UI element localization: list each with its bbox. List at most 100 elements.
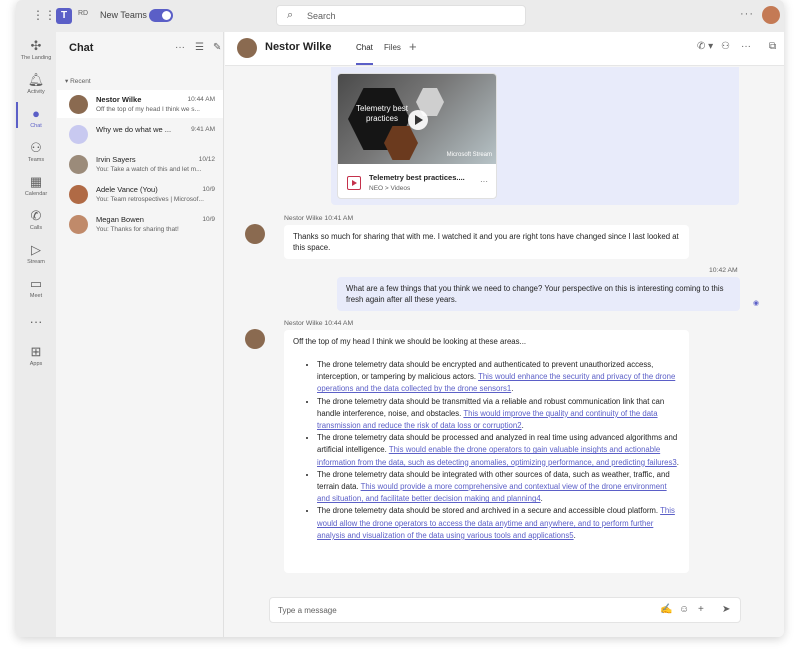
list-item: The drone telemetry data should be trans… — [317, 396, 680, 433]
teams-window: ⋮⋮⋮ T RD New Teams ⌕ Search ··· ✣ The La… — [16, 0, 784, 637]
chat-list-item[interactable]: Why we do what we ... 9:41 AM — [57, 120, 223, 148]
bullet-end: . — [511, 384, 514, 394]
bullet-end: . — [540, 494, 543, 504]
compose-placeholder: Type a message — [278, 606, 337, 615]
avatar — [69, 155, 88, 174]
incoming-message-bubble: Off the top of my head I think we should… — [284, 330, 689, 573]
avatar[interactable] — [245, 329, 265, 349]
rail-label: The Landing — [20, 55, 52, 61]
app-rail: ✣ The Landing 🔔︎ Activity ● Chat ⚇ Teams… — [16, 32, 56, 637]
rail-item-stream[interactable]: ▷ Stream — [16, 242, 56, 265]
add-apps-icon: ⊞ — [30, 344, 42, 359]
more-options-icon[interactable]: ··· — [175, 42, 185, 53]
bullet-end: . — [521, 421, 524, 431]
bullet-list: The drone telemetry data should be encry… — [293, 359, 680, 542]
rail-item-calendar[interactable]: ▦ Calendar — [16, 174, 56, 197]
recent-section-header[interactable]: ▾ Recent — [65, 77, 91, 85]
more-options-icon[interactable]: ··· — [741, 41, 751, 52]
rail-label: Stream — [27, 259, 45, 265]
tab-chat[interactable]: Chat — [356, 43, 373, 52]
phone-icon: ✆ — [30, 208, 42, 223]
rail-item-apps[interactable]: ⊞ Apps — [16, 344, 56, 367]
title-bar: ⋮⋮⋮ T RD New Teams ⌕ Search ··· — [16, 0, 784, 32]
drone-icon: ✣ — [30, 38, 42, 53]
chat-time: 10/9 — [202, 216, 215, 223]
search-icon: ⌕ — [287, 9, 294, 21]
add-tab-icon[interactable]: + — [409, 39, 417, 54]
chat-preview: You: Thanks for sharing that! — [96, 226, 179, 233]
more-options-icon[interactable]: ··· — [480, 177, 488, 186]
message-text: Off the top of my head I think we should… — [293, 337, 527, 346]
chat-icon: ● — [32, 106, 40, 121]
citation-link[interactable]: This would provide a more comprehensive … — [317, 482, 667, 503]
incoming-message-bubble: Thanks so much for sharing that with me.… — [284, 225, 689, 259]
recent-label: Recent — [70, 78, 91, 85]
seen-icon: ◉ — [753, 300, 760, 307]
list-item: The drone telemetry data should be proce… — [317, 432, 680, 469]
people-icon[interactable]: ⚇ — [721, 41, 730, 52]
popout-icon[interactable]: ⧉ — [769, 41, 776, 52]
video-card[interactable]: Telemetry best practices Microsoft Strea… — [337, 73, 497, 199]
chat-time: 9:41 AM — [191, 126, 215, 133]
chat-preview: You: Take a watch of this and let m... — [96, 166, 202, 173]
rail-item-calls[interactable]: ✆ Calls — [16, 208, 56, 231]
bullet-end: . — [573, 530, 576, 540]
conversation-title: Nestor Wilke — [265, 41, 332, 53]
new-chat-icon[interactable]: ✎ — [213, 42, 221, 53]
filter-icon[interactable]: ☰ — [195, 42, 204, 53]
new-teams-toggle[interactable] — [149, 9, 173, 22]
rail-item-activity[interactable]: 🔔︎ Activity — [16, 72, 56, 95]
chat-list-item[interactable]: Megan Bowen 10/9 You: Thanks for sharing… — [57, 210, 223, 238]
rail-item-meet[interactable]: ▭ Meet — [16, 276, 56, 299]
chat-list-item[interactable]: Adele Vance (You) 10/9 You: Team retrosp… — [57, 180, 223, 208]
rail-label: Calendar — [24, 191, 48, 197]
send-icon[interactable]: ➤ — [722, 604, 730, 615]
compose-box[interactable]: Type a message ✍ ☺ + ➤ — [269, 597, 741, 623]
app-launcher-icon[interactable]: ⋮⋮⋮ — [32, 9, 68, 21]
message-text: Thanks so much for sharing that with me.… — [293, 232, 679, 252]
chat-time: 10/9 — [202, 186, 215, 193]
teams-icon: ⚇ — [30, 140, 42, 155]
new-teams-label: New Teams — [100, 10, 147, 20]
rail-label: Meet — [29, 293, 43, 299]
rail-label: Activity — [27, 89, 45, 95]
chat-list-item[interactable]: Nestor Wilke 10:44 AM Off the top of my … — [57, 90, 223, 118]
avatar[interactable] — [237, 38, 257, 58]
chat-name: Adele Vance (You) — [96, 185, 158, 194]
user-avatar[interactable] — [762, 6, 780, 24]
tab-files[interactable]: Files — [384, 43, 401, 52]
video-thumbnail: Telemetry best practices Microsoft Strea… — [338, 74, 496, 164]
rail-item-teams[interactable]: ⚇ Teams — [16, 140, 56, 163]
rail-item-chat[interactable]: ● Chat — [16, 106, 56, 129]
chat-name: Why we do what we ... — [96, 125, 172, 134]
rail-more-apps[interactable]: ··· — [16, 314, 56, 330]
attach-plus-icon[interactable]: + — [698, 604, 704, 615]
message-text: What are a few things that you think we … — [346, 284, 724, 304]
more-options-icon[interactable]: ··· — [740, 8, 754, 20]
chat-preview: You: Team retrospectives | Microsof... — [96, 196, 204, 203]
org-badge: RD — [78, 10, 89, 17]
list-item: The drone telemetry data should be encry… — [317, 359, 680, 396]
video-file-location: NEO > Videos — [369, 185, 411, 192]
bullet-end: . — [676, 457, 679, 467]
video-file-name: Telemetry best practices.... — [369, 173, 465, 182]
video-thumb-title: Telemetry best practices — [355, 104, 409, 123]
rail-item-the-landing[interactable]: ✣ The Landing — [16, 38, 56, 61]
search-input[interactable]: ⌕ Search — [276, 5, 526, 26]
list-item: The drone telemetry data should be integ… — [317, 469, 680, 506]
message-list: Telemetry best practices Microsoft Strea… — [225, 67, 784, 592]
avatar — [69, 185, 88, 204]
chat-list-item[interactable]: Irvin Sayers 10/12 You: Take a watch of … — [57, 150, 223, 178]
play-icon[interactable] — [408, 110, 428, 130]
message-time: 10:42 AM — [709, 267, 738, 274]
chat-time: 10/12 — [198, 156, 215, 163]
emoji-icon[interactable]: ☺ — [679, 604, 689, 615]
avatar[interactable] — [245, 224, 265, 244]
video-brand: Microsoft Stream — [446, 152, 492, 158]
video-file-icon — [347, 176, 361, 190]
format-icon[interactable]: ✍ — [660, 604, 672, 615]
more-apps-icon: ··· — [29, 314, 43, 329]
call-icon[interactable]: ✆ ▾ — [697, 41, 713, 52]
rail-label: Teams — [27, 157, 45, 163]
outgoing-message-bubble: What are a few things that you think we … — [337, 277, 740, 311]
